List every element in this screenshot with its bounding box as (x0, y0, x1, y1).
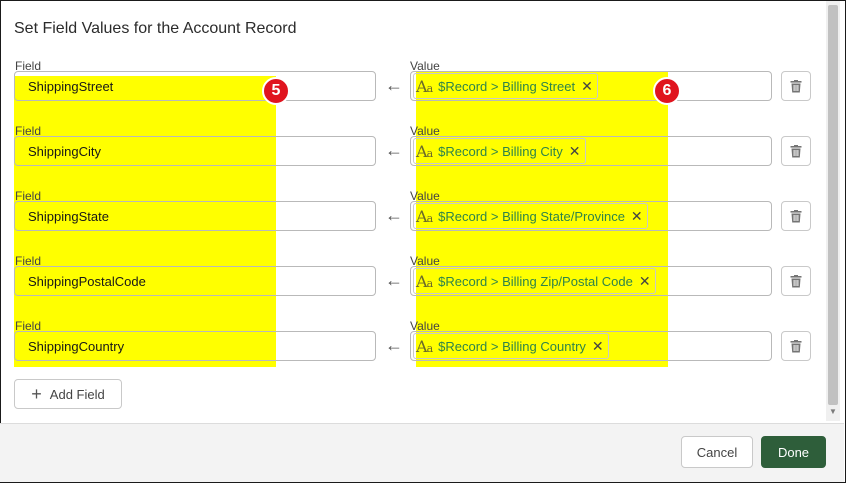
text-type-icon: Aa (416, 206, 433, 226)
field-input-text: ShippingState (28, 209, 109, 224)
arrow-left-icon: ← (385, 205, 403, 225)
field-input-text: ShippingPostalCode (28, 274, 146, 289)
scroll-down-icon[interactable]: ▼ (829, 407, 837, 416)
value-pill[interactable]: Aa $Record > Billing Street ✕ (413, 73, 598, 99)
trash-icon (790, 79, 802, 92)
assignment-row: Field Value ShippingState ← Aa $Record >… (0, 189, 830, 249)
value-pill[interactable]: Aa $Record > Billing City ✕ (413, 138, 586, 164)
delete-row-button[interactable] (781, 136, 811, 166)
close-icon[interactable]: ✕ (592, 338, 604, 355)
close-icon[interactable]: ✕ (639, 273, 651, 290)
value-pill[interactable]: Aa $Record > Billing Zip/Postal Code ✕ (413, 268, 656, 294)
dialog-title: Set Field Values for the Account Record (14, 20, 297, 37)
add-field-button[interactable]: + Add Field (14, 379, 122, 409)
scrollbar[interactable]: ▼ (826, 1, 840, 421)
arrow-left-icon: ← (385, 270, 403, 290)
trash-icon (790, 339, 802, 352)
close-icon[interactable]: ✕ (569, 143, 581, 160)
plus-icon: + (31, 383, 42, 404)
assignment-row: Field Value ShippingStreet ← Aa $Record … (0, 59, 830, 119)
delete-row-button[interactable] (781, 331, 811, 361)
delete-row-button[interactable] (781, 201, 811, 231)
add-field-label: Add Field (49, 386, 105, 402)
close-icon[interactable]: ✕ (581, 78, 593, 95)
close-icon[interactable]: ✕ (631, 208, 643, 225)
value-pill-text: $Record > Billing City (438, 143, 563, 159)
scrollbar-thumb[interactable] (828, 5, 838, 405)
cancel-button[interactable]: Cancel (681, 436, 753, 468)
step-badge-5: 5 (262, 77, 290, 105)
trash-icon (790, 144, 802, 157)
field-input-text: ShippingStreet (28, 79, 114, 94)
arrow-left-icon: ← (385, 335, 403, 355)
field-input-text: ShippingCity (28, 144, 101, 159)
done-button[interactable]: Done (761, 436, 826, 468)
text-type-icon: Aa (416, 336, 433, 356)
delete-row-button[interactable] (781, 266, 811, 296)
value-pill-text: $Record > Billing Zip/Postal Code (438, 273, 633, 289)
assignment-row: Field Value ShippingCountry ← Aa $Record… (0, 319, 830, 379)
arrow-left-icon: ← (385, 140, 403, 160)
value-pill[interactable]: Aa $Record > Billing Country ✕ (413, 333, 609, 359)
text-type-icon: Aa (416, 141, 433, 161)
arrow-left-icon: ← (385, 75, 403, 95)
trash-icon (790, 274, 802, 287)
value-pill-text: $Record > Billing State/Province (438, 208, 625, 224)
trash-icon (790, 209, 802, 222)
text-type-icon: Aa (416, 271, 433, 291)
text-type-icon: Aa (416, 76, 433, 96)
value-pill[interactable]: Aa $Record > Billing State/Province ✕ (413, 203, 648, 229)
delete-row-button[interactable] (781, 71, 811, 101)
assignment-row: Field Value ShippingPostalCode ← Aa $Rec… (0, 254, 830, 314)
step-badge-6: 6 (653, 77, 681, 105)
value-pill-text: $Record > Billing Country (438, 338, 586, 354)
assignment-row: Field Value ShippingCity ← Aa $Record > … (0, 124, 830, 184)
value-pill-text: $Record > Billing Street (438, 78, 576, 94)
field-input-text: ShippingCountry (28, 339, 125, 354)
